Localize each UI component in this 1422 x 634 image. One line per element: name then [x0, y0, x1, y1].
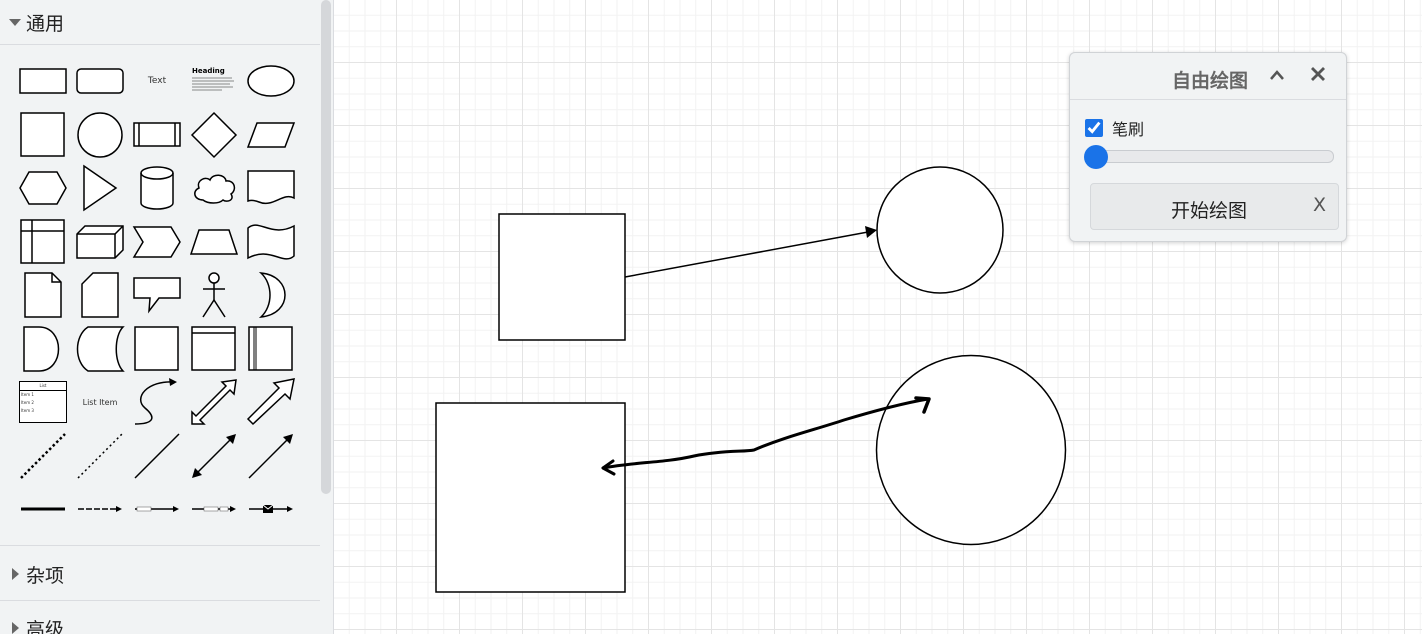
- list-header: List: [20, 382, 66, 391]
- start-drawing-button[interactable]: 开始绘图 X: [1090, 183, 1339, 230]
- chevron-right-icon: [12, 568, 19, 580]
- note-shape[interactable]: [16, 270, 70, 320]
- divider: [0, 44, 320, 45]
- list-item: Item 2: [21, 400, 34, 405]
- cloud-shape[interactable]: [187, 163, 241, 213]
- chevron-right-icon: [12, 622, 19, 634]
- dotted-line-shape[interactable]: [73, 431, 127, 481]
- freehand-panel: 自由绘图 笔刷 开始绘图 X: [1069, 52, 1347, 242]
- section-label: 杂项: [26, 564, 65, 587]
- section-general-header[interactable]: 通用: [0, 0, 320, 44]
- list-item-shape[interactable]: List Item: [73, 377, 127, 427]
- chevron-up-icon[interactable]: [1269, 65, 1285, 86]
- double-arrow-shape[interactable]: [187, 377, 241, 427]
- data-storage-shape[interactable]: [73, 324, 127, 374]
- section-misc-header[interactable]: 杂项: [0, 552, 320, 596]
- text-shape[interactable]: Text: [130, 56, 184, 106]
- heading-shape-label: Heading: [192, 67, 225, 75]
- list-shape[interactable]: List Item 1 Item 2 Item 3: [16, 377, 70, 427]
- cube-shape[interactable]: [73, 217, 127, 267]
- triangle-shape[interactable]: [73, 163, 127, 213]
- list-item: Item 1: [21, 392, 34, 397]
- parallelogram-shape[interactable]: [244, 110, 298, 160]
- section-label: 通用: [26, 12, 65, 35]
- chevron-down-icon: [9, 18, 21, 26]
- slider-thumb[interactable]: [1084, 145, 1108, 169]
- text-lines-icon: [192, 77, 234, 91]
- trapezoid-shape[interactable]: [187, 217, 241, 267]
- brush-label: 笔刷: [1112, 120, 1145, 139]
- brush-size-slider[interactable]: [1084, 145, 1334, 169]
- rounded-rectangle-shape[interactable]: [73, 56, 127, 106]
- brush-checkbox[interactable]: [1085, 119, 1103, 137]
- list-item-shape-label: List Item: [82, 397, 118, 407]
- heading-textbox-shape[interactable]: Heading: [187, 56, 241, 106]
- callout-shape[interactable]: [130, 270, 184, 320]
- actor-shape[interactable]: [187, 270, 241, 320]
- brush-option[interactable]: 笔刷: [1085, 116, 1144, 140]
- panel-title-bar[interactable]: 自由绘图: [1070, 53, 1346, 100]
- card-shape[interactable]: [73, 270, 127, 320]
- divider: [0, 545, 320, 546]
- thick-link-shape[interactable]: [16, 484, 70, 534]
- process-shape[interactable]: [130, 110, 184, 160]
- tape-shape[interactable]: [244, 217, 298, 267]
- cylinder-shape[interactable]: [130, 163, 184, 213]
- swimlane-shape[interactable]: [187, 324, 241, 374]
- labeled-connector-3-shape[interactable]: [187, 484, 241, 534]
- slider-track: [1096, 150, 1334, 163]
- text-shape-label: Text: [147, 76, 167, 86]
- sidebar-scrollbar[interactable]: [321, 0, 331, 494]
- section-label: 高级: [26, 618, 65, 634]
- square-top[interactable]: [498, 213, 626, 341]
- panel-title: 自由绘图: [1171, 70, 1248, 92]
- labeled-connector-shape[interactable]: [73, 484, 127, 534]
- or-shape[interactable]: [244, 270, 298, 320]
- internal-storage-shape[interactable]: [16, 217, 70, 267]
- directional-arrow-shape[interactable]: [244, 431, 298, 481]
- message-connector-shape[interactable]: [244, 484, 298, 534]
- start-drawing-x: X: [1312, 194, 1326, 216]
- circle-top[interactable]: [876, 166, 1004, 294]
- shape-sidebar: 通用 Text Heading List Item 1 Item 2 Item …: [0, 0, 334, 634]
- hexagon-shape[interactable]: [16, 163, 70, 213]
- dashed-line-shape[interactable]: [16, 431, 70, 481]
- vertical-container-shape[interactable]: [244, 324, 298, 374]
- close-icon[interactable]: [1310, 63, 1326, 87]
- square-shape[interactable]: [16, 110, 70, 160]
- connector-arrow[interactable]: [624, 226, 877, 278]
- container-shape[interactable]: [130, 324, 184, 374]
- section-advanced-header[interactable]: 高级: [0, 606, 320, 634]
- circle-shape[interactable]: [73, 110, 127, 160]
- circle-bottom[interactable]: [875, 354, 1067, 546]
- labeled-connector-2-shape[interactable]: [130, 484, 184, 534]
- step-shape[interactable]: [130, 217, 184, 267]
- square-bottom[interactable]: [435, 402, 626, 593]
- document-shape[interactable]: [244, 163, 298, 213]
- single-arrow-shape[interactable]: [244, 377, 298, 427]
- diamond-shape[interactable]: [187, 110, 241, 160]
- ellipse-shape[interactable]: [244, 56, 298, 106]
- curved-arrow-shape[interactable]: [130, 377, 184, 427]
- list-item: Item 3: [21, 408, 34, 413]
- rectangle-shape[interactable]: [16, 56, 70, 106]
- divider: [0, 600, 320, 601]
- line-shape[interactable]: [130, 431, 184, 481]
- bidirectional-arrow-shape[interactable]: [187, 431, 241, 481]
- start-drawing-label: 开始绘图: [1170, 200, 1247, 222]
- delay-shape[interactable]: [16, 324, 70, 374]
